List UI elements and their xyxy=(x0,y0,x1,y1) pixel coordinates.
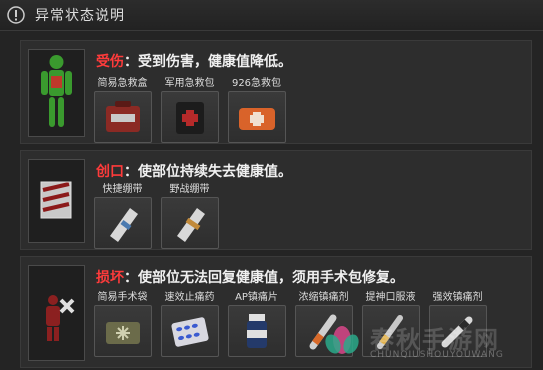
broken-thumbnail xyxy=(28,265,85,361)
item-list: 快捷绷带 野战绷带 xyxy=(93,183,219,249)
status-name: 受伤 xyxy=(96,54,124,70)
item-ap-painkiller[interactable]: AP镇痛片 xyxy=(227,291,286,357)
item-label: 简易急救盒 xyxy=(97,78,148,89)
item-label: 强效镇痛剂 xyxy=(432,292,483,303)
military-kit-icon xyxy=(175,102,204,134)
body-figure-icon xyxy=(41,55,72,127)
item-military-first-aid-kit[interactable]: 军用急救包 xyxy=(160,77,219,143)
page-title: 异常状态说明 xyxy=(35,8,125,24)
item-slot[interactable] xyxy=(160,305,219,357)
item-slot[interactable] xyxy=(93,91,152,143)
item-list: 简易急救盒 军用急救包 926急救包 xyxy=(93,77,286,143)
item-slot[interactable] xyxy=(160,197,219,249)
item-fast-painkiller[interactable]: 速效止痛药 xyxy=(160,291,219,357)
status-description: 创口：使部位持续失去健康值。 xyxy=(96,161,292,181)
item-label: 快捷绷带 xyxy=(102,184,143,195)
pill-bottle-icon xyxy=(246,314,267,348)
item-slot[interactable] xyxy=(93,197,152,249)
item-label: 军用急救包 xyxy=(164,78,215,89)
item-label: 浓缩镇痛剂 xyxy=(298,292,349,303)
item-slot[interactable] xyxy=(160,91,219,143)
watermark-logo-icon xyxy=(325,326,359,354)
status-description: 受伤：受到伤害，健康值降低。 xyxy=(96,51,292,71)
item-simple-surgery-bag[interactable]: 简易手术袋 xyxy=(93,291,152,357)
item-label: 926急救包 xyxy=(231,78,282,89)
item-slot[interactable] xyxy=(93,305,152,357)
surgery-bag-icon xyxy=(105,322,140,344)
item-label: 提神口服液 xyxy=(365,292,416,303)
status-panel-wound: 创口：使部位持续失去健康值。 快捷绷带 野战绷带 xyxy=(20,150,532,250)
wound-icon xyxy=(40,181,72,219)
header-bar: 异常状态说明 xyxy=(0,0,543,31)
item-slot[interactable] xyxy=(227,305,286,357)
item-simple-first-aid-box[interactable]: 简易急救盒 xyxy=(93,77,152,143)
status-text: ：使部位持续失去健康值。 xyxy=(124,164,292,180)
bandage-icon xyxy=(176,208,205,242)
item-label: 速效止痛药 xyxy=(164,292,215,303)
item-label: 野战绷带 xyxy=(169,184,210,195)
status-description: 损坏：使部位无法回复健康值，须用手术包修复。 xyxy=(96,267,404,287)
first-aid-box-icon xyxy=(105,101,140,132)
bandage-icon xyxy=(109,208,138,242)
status-text: ：受到伤害，健康值降低。 xyxy=(124,54,292,70)
status-panel-injured: 受伤：受到伤害，健康值降低。 简易急救盒 军用急救包 926急救包 xyxy=(20,40,532,144)
item-quick-bandage[interactable]: 快捷绷带 xyxy=(93,183,152,249)
body-injured-thumbnail xyxy=(28,49,85,137)
item-926-first-aid-kit[interactable]: 926急救包 xyxy=(227,77,286,143)
status-name: 创口 xyxy=(96,164,124,180)
warning-icon xyxy=(7,6,25,24)
item-label: AP镇痛片 xyxy=(235,292,278,303)
broken-body-icon xyxy=(46,295,75,341)
pill-blister-icon xyxy=(170,317,209,347)
status-name: 损坏 xyxy=(96,270,124,286)
item-field-bandage[interactable]: 野战绷带 xyxy=(160,183,219,249)
orange-kit-icon xyxy=(238,108,275,130)
watermark-subtext: CHUNQIUSHOUYOUWANG xyxy=(370,350,504,360)
wound-thumbnail xyxy=(28,159,85,243)
status-text: ：使部位无法回复健康值，须用手术包修复。 xyxy=(124,270,404,286)
item-label: 简易手术袋 xyxy=(97,292,148,303)
item-slot[interactable] xyxy=(227,91,286,143)
